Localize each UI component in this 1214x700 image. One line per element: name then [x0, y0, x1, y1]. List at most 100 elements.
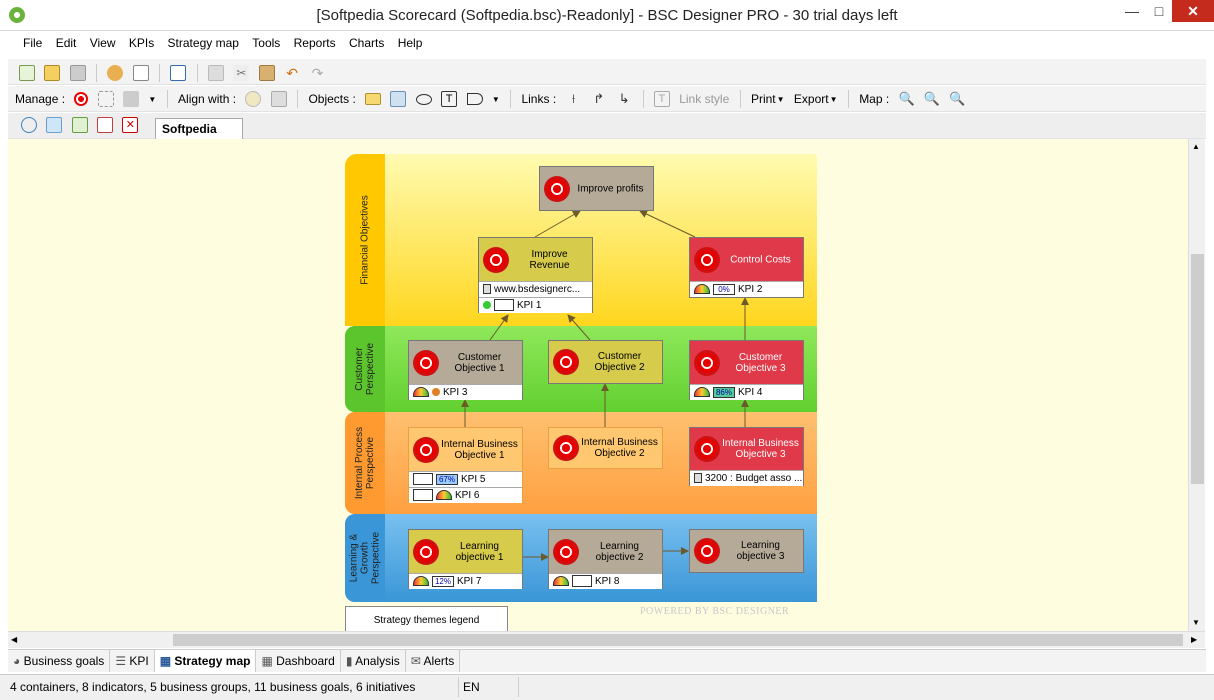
export-dropdown-icon[interactable]: ▼	[830, 95, 838, 104]
menu-charts[interactable]: Charts	[344, 33, 389, 53]
goal-control-costs[interactable]: Control Costs 0% KPI 2	[689, 237, 804, 298]
paste-icon[interactable]	[258, 65, 275, 81]
menu-file[interactable]: File	[18, 33, 47, 53]
scroll-left-icon[interactable]: ◀	[11, 635, 17, 644]
save-icon[interactable]	[69, 65, 86, 81]
goal-gear-icon	[413, 349, 439, 376]
separator	[847, 90, 849, 108]
alerts-icon: ✉	[410, 654, 424, 668]
scroll-thumb[interactable]	[173, 634, 1183, 646]
print-menu[interactable]: Print	[751, 92, 776, 106]
scroll-up-icon[interactable]: ▲	[1192, 142, 1200, 151]
status-divider	[458, 677, 459, 697]
ellipse-icon[interactable]	[415, 93, 432, 105]
scroll-right-icon[interactable]: ▶	[1191, 635, 1197, 644]
goal-customer-objective-1[interactable]: Customer Objective 1 KPI 3	[408, 340, 523, 400]
tab-strategy-map[interactable]: ▦ Strategy map	[154, 650, 257, 672]
sync-icon[interactable]	[107, 65, 124, 81]
status-divider	[518, 677, 519, 697]
strategy-themes-legend[interactable]: Strategy themes legend	[345, 606, 508, 631]
navigate-icon[interactable]	[21, 117, 37, 133]
tab-business-goals[interactable]: ◕ Business goals	[8, 650, 111, 672]
print-dropdown-icon[interactable]: ▼	[777, 95, 785, 104]
goal-improve-profits[interactable]: Improve profits	[539, 166, 654, 211]
pointer-icon[interactable]	[46, 117, 63, 133]
link-style-button[interactable]: Link style	[679, 92, 729, 106]
manage-dropdown-icon[interactable]: ▼	[148, 95, 156, 104]
image-icon[interactable]	[390, 91, 407, 107]
status-text: 4 containers, 8 indicators, 5 business g…	[10, 680, 416, 694]
maximize-button[interactable]: □	[1146, 0, 1172, 22]
tab-dashboard[interactable]: ▦ Dashboard	[256, 650, 341, 672]
separator	[642, 90, 644, 108]
minimize-button[interactable]: —	[1118, 0, 1146, 22]
menu-bar: File Edit View KPIs Strategy map Tools R…	[8, 33, 1206, 55]
link-text-icon[interactable]: T	[653, 91, 670, 107]
select-icon[interactable]	[97, 91, 114, 107]
export-menu[interactable]: Export	[794, 92, 829, 106]
goal-internal-objective-2[interactable]: Internal Business Objective 2	[548, 427, 663, 469]
menu-strategy-map[interactable]: Strategy map	[163, 33, 244, 53]
separator	[739, 90, 741, 108]
menu-edit[interactable]: Edit	[51, 33, 82, 53]
menu-tools[interactable]: Tools	[247, 33, 285, 53]
menu-view[interactable]: View	[85, 33, 121, 53]
lock-icon[interactable]	[123, 91, 140, 107]
step-link-icon[interactable]: ↳	[616, 91, 632, 107]
separator	[510, 90, 512, 108]
text-box-icon[interactable]: T	[441, 91, 458, 107]
zoom-fit-icon[interactable]: 🔍	[949, 91, 965, 107]
gauge-icon	[694, 387, 710, 398]
powered-by-watermark: POWERED BY BSC DESIGNER	[640, 606, 790, 617]
menu-reports[interactable]: Reports	[289, 33, 341, 53]
goal-gear-icon	[553, 435, 579, 461]
cut-icon[interactable]: ✂	[233, 65, 250, 81]
goal-learning-objective-3[interactable]: Learning objective 3	[689, 529, 804, 573]
delete-item-icon[interactable]: ✕	[122, 117, 139, 133]
rectangle-icon[interactable]	[365, 93, 382, 105]
zoom-in-icon[interactable]: 🔍	[899, 91, 915, 107]
tab-softpedia[interactable]: Softpedia	[155, 118, 243, 139]
dashboard-icon: ▦	[261, 654, 277, 668]
align-icon[interactable]	[245, 91, 262, 107]
menu-kpis[interactable]: KPIs	[124, 33, 159, 53]
vertical-scrollbar[interactable]: ▲ ▼	[1188, 139, 1205, 631]
scroll-down-icon[interactable]: ▼	[1192, 618, 1200, 627]
sparkline-icon	[413, 473, 433, 486]
goal-learning-objective-2[interactable]: Learning objective 2 KPI 8	[548, 529, 663, 589]
close-button[interactable]: ✕	[1172, 0, 1214, 22]
zoom-out-icon[interactable]: 🔍	[924, 91, 940, 107]
tab-alerts[interactable]: ✉ Alerts	[406, 650, 461, 672]
goal-customer-objective-3[interactable]: Customer Objective 3 86% KPI 4	[689, 340, 804, 400]
horizontal-scrollbar[interactable]: ◀ ▶	[8, 631, 1205, 648]
clipboard-icon[interactable]	[270, 91, 287, 107]
objects-label: Objects :	[308, 92, 356, 106]
undo-icon[interactable]: ↶	[284, 65, 300, 81]
status-dot-icon	[432, 388, 440, 397]
scroll-thumb[interactable]	[1191, 254, 1204, 484]
tab-kpi[interactable]: ☰ KPI	[110, 650, 155, 672]
add-item-icon[interactable]	[71, 117, 88, 133]
chart-icon[interactable]	[170, 65, 187, 81]
goal-improve-revenue[interactable]: Improve Revenue www.bsdesignerc... KPI 1	[478, 237, 593, 313]
edit-item-icon[interactable]	[97, 117, 114, 133]
elbow-link-icon[interactable]: ↱	[591, 91, 607, 107]
tab-analysis[interactable]: ▮ Analysis	[341, 650, 406, 672]
open-folder-icon[interactable]	[44, 65, 61, 81]
goal-internal-objective-1[interactable]: Internal Business Objective 1 67% KPI 5 K…	[408, 427, 523, 503]
goal-internal-objective-3[interactable]: Internal Business Objective 3 3200 : Bud…	[689, 427, 804, 486]
menu-help[interactable]: Help	[393, 33, 428, 53]
new-file-icon[interactable]	[19, 65, 35, 81]
goal-customer-objective-2[interactable]: Customer Objective 2	[548, 340, 663, 384]
copy-icon[interactable]	[208, 65, 225, 81]
add-goal-icon[interactable]	[74, 92, 89, 106]
goal-gear-icon	[694, 349, 720, 376]
redo-icon[interactable]: ↷	[309, 65, 325, 81]
goal-learning-objective-1[interactable]: Learning objective 1 12% KPI 7	[408, 529, 523, 589]
properties-icon[interactable]	[132, 65, 149, 81]
shape-dropdown-icon[interactable]: ▼	[492, 95, 500, 104]
main-toolbar: ✂ ↶ ↷	[8, 59, 1206, 85]
shape-icon[interactable]	[466, 93, 483, 105]
perspective-label: Internal Process Perspective	[354, 426, 376, 500]
straight-link-icon[interactable]: ⟊	[566, 91, 582, 107]
